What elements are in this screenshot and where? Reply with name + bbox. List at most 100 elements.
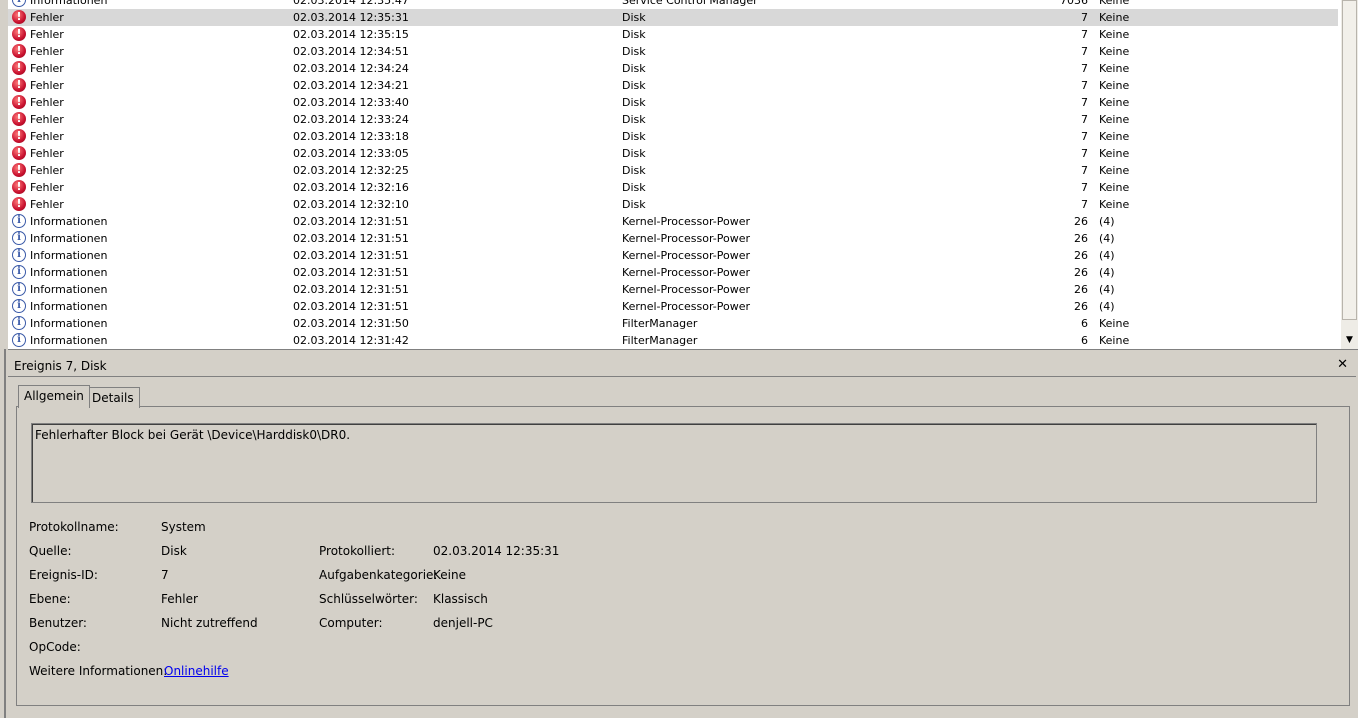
event-task-category: (4) xyxy=(1099,215,1115,228)
computer-value: denjell-PC xyxy=(433,616,493,630)
event-row[interactable]: ! Fehler 02.03.2014 12:32:25 Disk 7 Keine xyxy=(8,162,1338,179)
event-row[interactable]: ! Fehler 02.03.2014 12:34:51 Disk 7 Keine xyxy=(8,43,1338,60)
event-date: 02.03.2014 12:33:40 xyxy=(293,96,409,109)
event-level: Fehler xyxy=(30,28,64,41)
event-id: 7 xyxy=(1081,79,1088,92)
error-icon: ! xyxy=(12,27,27,42)
info-icon-glyph: i xyxy=(12,0,26,7)
event-row[interactable]: i Informationen 02.03.2014 12:31:51 Kernel-… xyxy=(8,281,1338,298)
event-row[interactable]: ! Fehler 02.03.2014 12:35:15 Disk 7 Keine xyxy=(8,26,1338,43)
event-row[interactable]: ! Fehler 02.03.2014 12:33:40 Disk 7 Keine xyxy=(8,94,1338,111)
event-date: 02.03.2014 12:35:47 xyxy=(293,0,409,7)
error-icon: ! xyxy=(12,10,27,25)
event-row[interactable]: ! Fehler 02.03.2014 12:34:21 Disk 7 Keine xyxy=(8,77,1338,94)
vertical-scrollbar[interactable]: ▼ xyxy=(1341,0,1358,349)
event-level: Fehler xyxy=(30,164,64,177)
event-source: Disk xyxy=(622,181,646,194)
source-value: Disk xyxy=(161,544,187,558)
event-task-category: Keine xyxy=(1099,45,1130,58)
event-row[interactable]: ! Fehler 02.03.2014 12:32:16 Disk 7 Keine xyxy=(8,179,1338,196)
info-icon: i xyxy=(12,299,27,314)
error-icon-glyph: ! xyxy=(12,78,26,92)
error-icon-glyph: ! xyxy=(12,61,26,75)
event-row[interactable]: ! Fehler 02.03.2014 12:33:18 Disk 7 Keine xyxy=(8,128,1338,145)
scroll-down-arrow-icon[interactable]: ▼ xyxy=(1341,332,1358,349)
keywords-value: Klassisch xyxy=(433,592,488,606)
error-icon: ! xyxy=(12,180,27,195)
event-id: 7 xyxy=(1081,11,1088,24)
event-source: Disk xyxy=(622,11,646,24)
event-date: 02.03.2014 12:31:51 xyxy=(293,300,409,313)
event-message[interactable]: Fehlerhafter Block bei Gerät \Device\Har… xyxy=(31,423,1317,503)
info-icon: i xyxy=(12,214,27,229)
event-row[interactable]: i Informationen 02.03.2014 12:31:51 Kernel-… xyxy=(8,230,1338,247)
event-level: Fehler xyxy=(30,181,64,194)
event-id: 7 xyxy=(1081,164,1088,177)
info-icon: i xyxy=(12,265,27,280)
log-name-value: System xyxy=(161,520,206,534)
event-task-category: Keine xyxy=(1099,334,1130,347)
error-icon: ! xyxy=(12,61,27,76)
event-id: 26 xyxy=(1074,232,1088,245)
event-list[interactable]: i Informationen 02.03.2014 12:35:47 Service… xyxy=(8,0,1358,350)
event-row[interactable]: i Informationen 02.03.2014 12:31:51 Kernel-… xyxy=(8,247,1338,264)
event-task-category: Keine xyxy=(1099,198,1130,211)
event-task-category: (4) xyxy=(1099,283,1115,296)
event-level: Informationen xyxy=(30,334,108,347)
event-level: Informationen xyxy=(30,249,108,262)
info-icon-glyph: i xyxy=(12,299,26,313)
level-value: Fehler xyxy=(161,592,198,606)
event-row[interactable]: i Informationen 02.03.2014 12:35:47 Service… xyxy=(8,0,1338,9)
event-row[interactable]: ! Fehler 02.03.2014 12:34:24 Disk 7 Keine xyxy=(8,60,1338,77)
event-row[interactable]: i Informationen 02.03.2014 12:31:51 Kernel-… xyxy=(8,264,1338,281)
event-rows: i Informationen 02.03.2014 12:35:47 Service… xyxy=(8,0,1338,349)
event-date: 02.03.2014 12:31:42 xyxy=(293,334,409,347)
event-row[interactable]: ! Fehler 02.03.2014 12:33:24 Disk 7 Keine xyxy=(8,111,1338,128)
event-date: 02.03.2014 12:31:51 xyxy=(293,283,409,296)
event-source: Kernel-Processor-Power xyxy=(622,215,751,228)
event-id: 26 xyxy=(1074,266,1088,279)
online-help-link[interactable]: Onlinehilfe xyxy=(164,664,229,678)
event-date: 02.03.2014 12:31:51 xyxy=(293,249,409,262)
error-icon-glyph: ! xyxy=(12,27,26,41)
scrollbar-thumb[interactable] xyxy=(1342,0,1357,320)
event-level: Fehler xyxy=(30,147,64,160)
close-icon[interactable]: ✕ xyxy=(1337,357,1348,372)
info-icon-glyph: i xyxy=(12,333,26,347)
info-icon-glyph: i xyxy=(12,231,26,245)
event-source: FilterManager xyxy=(622,317,698,330)
event-source: Disk xyxy=(622,45,646,58)
event-row[interactable]: i Informationen 02.03.2014 12:31:51 Kernel-… xyxy=(8,298,1338,315)
event-date: 02.03.2014 12:31:51 xyxy=(293,215,409,228)
tab-general[interactable]: Allgemein xyxy=(18,385,90,408)
tab-details[interactable]: Details xyxy=(86,387,140,408)
event-row[interactable]: i Informationen 02.03.2014 12:31:50 FilterM… xyxy=(8,315,1338,332)
info-icon-glyph: i xyxy=(12,316,26,330)
event-level: Fehler xyxy=(30,130,64,143)
event-task-category: Keine xyxy=(1099,113,1130,126)
info-icon: i xyxy=(12,333,27,348)
error-icon: ! xyxy=(12,78,27,93)
task-category-value: Keine xyxy=(433,568,466,582)
keywords-label: Schlüsselwörter: xyxy=(319,592,418,606)
event-row[interactable]: ! Fehler 02.03.2014 12:35:31 Disk 7 Keine xyxy=(8,9,1338,26)
error-icon: ! xyxy=(12,146,27,161)
error-icon-glyph: ! xyxy=(12,180,26,194)
event-id: 26 xyxy=(1074,249,1088,262)
event-task-category: Keine xyxy=(1099,130,1130,143)
event-row[interactable]: ! Fehler 02.03.2014 12:33:05 Disk 7 Keine xyxy=(8,145,1338,162)
event-row[interactable]: i Informationen 02.03.2014 12:31:42 FilterM… xyxy=(8,332,1338,349)
event-row[interactable]: ! Fehler 02.03.2014 12:32:10 Disk 7 Keine xyxy=(8,196,1338,213)
detail-title: Ereignis 7, Disk xyxy=(14,359,107,373)
error-icon: ! xyxy=(12,129,27,144)
event-id: 7 xyxy=(1081,62,1088,75)
error-icon-glyph: ! xyxy=(12,129,26,143)
event-level: Fehler xyxy=(30,62,64,75)
event-id-label: Ereignis-ID: xyxy=(29,568,98,582)
event-id: 7 xyxy=(1081,181,1088,194)
detail-header: Ereignis 7, Disk ✕ xyxy=(8,353,1356,377)
event-row[interactable]: i Informationen 02.03.2014 12:31:51 Kernel-… xyxy=(8,213,1338,230)
event-source: Kernel-Processor-Power xyxy=(622,283,751,296)
event-source: FilterManager xyxy=(622,334,698,347)
error-icon-glyph: ! xyxy=(12,163,26,177)
